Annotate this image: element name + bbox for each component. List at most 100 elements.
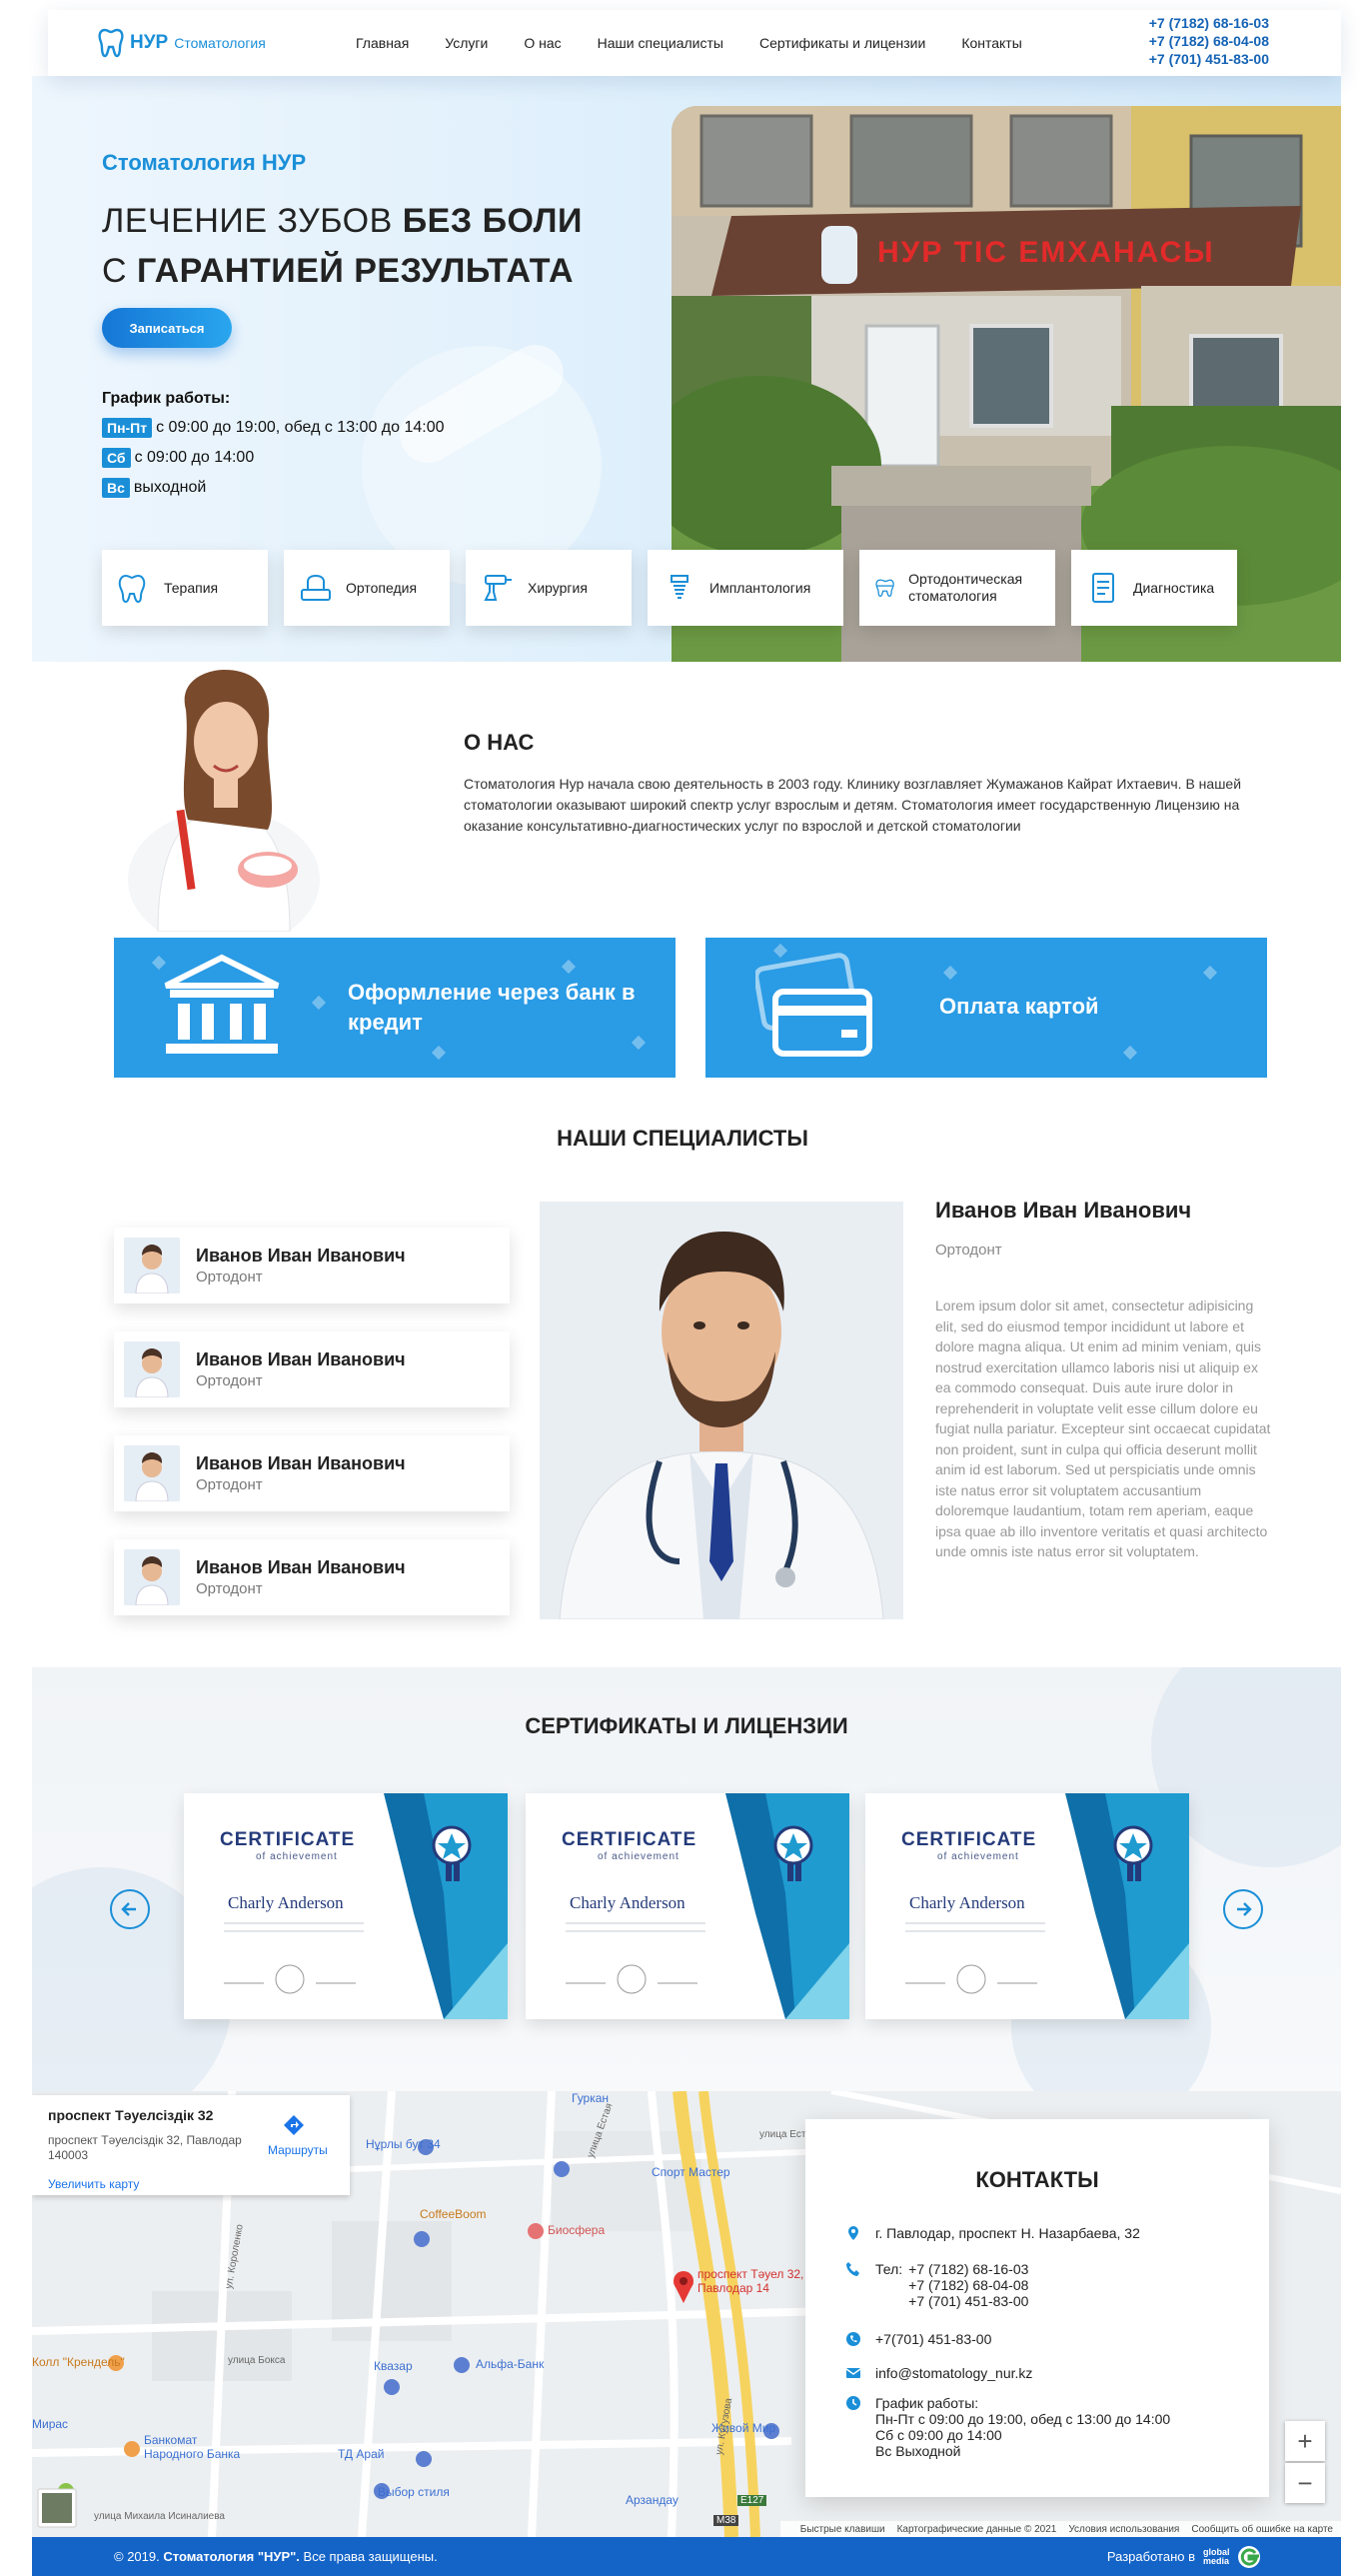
map-place-label[interactable]: Колл "Крендель" (32, 2355, 125, 2369)
specialists-title: НАШИ СПЕЦИАЛИСТЫ (557, 1126, 808, 1151)
map-routes-link[interactable]: Маршруты (268, 2143, 328, 2157)
selected-specialist-photo (540, 1202, 903, 1619)
contact-phone-link[interactable]: +7 (7182) 68-04-08 (908, 2277, 1028, 2293)
specialist-card[interactable]: Иванов Иван Иванович Ортодонт (114, 1228, 510, 1303)
service-card-diagnostics[interactable]: Диагностика (1071, 550, 1237, 626)
nav-item-home[interactable]: Главная (356, 35, 409, 51)
map-street-label: улица Бокса (228, 2355, 286, 2366)
service-card-orthopedics[interactable]: Ортопедия (284, 550, 450, 626)
specialist-name: Иванов Иван Иванович (196, 1349, 406, 1369)
nav-item-services[interactable]: Услуги (445, 35, 488, 51)
arrow-left-icon (121, 1902, 136, 1916)
nav-item-about[interactable]: О нас (524, 35, 561, 51)
contact-phone-link[interactable]: +7 (7182) 68-16-03 (908, 2261, 1028, 2277)
main-nav: Главная Услуги О нас Наши специалисты Се… (356, 35, 1058, 51)
certificates-section: СЕРТИФИКАТЫ И ЛИЦЕНЗИИ CERTIFICATE of ac… (32, 1667, 1341, 2091)
map-place-label[interactable]: Квазар (374, 2359, 413, 2373)
certificate-card[interactable]: CERTIFICATE of achievement Charly Anders… (526, 1793, 849, 2019)
developer-credit[interactable]: Разработано в global media (1107, 2545, 1261, 2569)
map-place-label[interactable]: Альфа-Банк (476, 2357, 544, 2371)
nav-item-specialists[interactable]: Наши специалисты (598, 35, 723, 51)
contact-address: г. Павлодар, проспект Н. Назарбаева, 32 (845, 2225, 1140, 2241)
map-place-label[interactable]: Арзандау (626, 2493, 679, 2507)
map-attribution: Быстрые клавиши Картографические данные … (779, 2521, 1341, 2537)
map-place-label[interactable]: ТД Арай (338, 2447, 384, 2461)
map-zoom-out-button[interactable]: − (1285, 2463, 1325, 2503)
map-enlarge-link[interactable]: Увеличить карту (48, 2177, 139, 2191)
specialist-role: Ортодонт (196, 1269, 263, 1286)
selected-specialist-bio: Lorem ipsum dolor sit amet, consectetur … (935, 1297, 1271, 1559)
phone-link[interactable]: +7 (7182) 68-16-03 (1149, 14, 1269, 32)
services-row: Терапия Ортопедия Хирургия Имплантология… (102, 550, 1253, 626)
map-street-label: улица Михаила Исиналиева (94, 2511, 225, 2522)
directions-icon[interactable] (282, 2113, 306, 2137)
certificate-card[interactable]: CERTIFICATE of achievement Charly Anders… (184, 1793, 508, 2019)
contact-email[interactable]: info@stomatology_nur.kz (845, 2365, 1032, 2381)
service-card-implantology[interactable]: Имплантология (648, 550, 843, 626)
map-road-badge: М38 (713, 2515, 739, 2526)
card-payment-banner[interactable]: Оплата картой (705, 938, 1267, 1078)
certificates-title: СЕРТИФИКАТЫ И ЛИЦЕНЗИИ (525, 1713, 848, 1738)
selected-specialist-name: Иванов Иван Иванович (935, 1198, 1192, 1223)
clinic-sign-text: НУР ТІС ЕМХАНАСЫ (877, 236, 1215, 269)
service-card-therapy[interactable]: Терапия (102, 550, 268, 626)
phone-link[interactable]: +7 (7182) 68-04-08 (1149, 32, 1269, 50)
credit-banner[interactable]: Оформление через банк в кредит (114, 938, 676, 1078)
certificate-heading: CERTIFICATE (901, 1829, 1037, 1850)
header-phones: +7 (7182) 68-16-03 +7 (7182) 68-04-08 +7… (1149, 14, 1269, 68)
hero-section: Стоматология НУР ЛЕЧЕНИЕ ЗУБОВ БЕЗ БОЛИ … (32, 76, 1341, 662)
map-zoom-in-button[interactable]: + (1285, 2421, 1325, 2461)
certificate-subheading: of achievement (256, 1851, 338, 1862)
contact-whatsapp[interactable]: +7(701) 451-83-00 (845, 2331, 991, 2347)
card-payment-banner-label: Оплата картой (939, 994, 1099, 1019)
clock-icon (846, 2396, 860, 2410)
specialist-avatar (124, 1445, 180, 1501)
contacts-card: КОНТАКТЫ г. Павлодар, проспект Н. Назарб… (805, 2119, 1269, 2497)
specialist-card[interactable]: Иванов Иван Иванович Ортодонт (114, 1331, 510, 1407)
arrow-right-icon (1237, 1902, 1252, 1916)
dental-drill-icon (484, 575, 512, 601)
map-place-label[interactable]: Выбор стиля (378, 2485, 450, 2499)
specialist-role: Ортодонт (196, 1580, 263, 1597)
carousel-prev-button[interactable] (110, 1889, 150, 1929)
developer-logo-text: global media (1203, 2546, 1230, 2566)
credit-card-icon (755, 953, 872, 1057)
map-place-label[interactable]: Банкомат Народного Банка (144, 2433, 254, 2461)
map-road-badge: E127 (737, 2495, 767, 2506)
map-place-label[interactable]: Биосфера (548, 2223, 605, 2237)
map-place-label[interactable]: Мирас (32, 2417, 68, 2431)
map-place-label[interactable]: Нұрлы бут 34 (366, 2137, 441, 2151)
certificate-subheading: of achievement (598, 1851, 680, 1862)
certificate-card[interactable]: CERTIFICATE of achievement Charly Anders… (865, 1793, 1189, 2019)
global-media-logo-icon (1238, 2545, 1260, 2568)
contact-phone-link[interactable]: +7 (701) 451-83-00 (908, 2293, 1028, 2309)
nav-item-certificates[interactable]: Сертификаты и лицензии (759, 35, 925, 51)
service-card-surgery[interactable]: Хирургия (466, 550, 632, 626)
map-place-label[interactable]: Спорт Мастер (652, 2165, 730, 2179)
about-photo-dentist (118, 670, 330, 950)
site-header: НУР Стоматология Главная Услуги О нас На… (48, 10, 1341, 76)
book-appointment-button[interactable]: Записаться (102, 308, 232, 348)
map-place-card: проспект Тәуелсіздік 32 проспект Тәуелсі… (32, 2095, 350, 2195)
map-pin-label[interactable]: проспект Тәуел 32, Павлодар 14 (697, 2267, 807, 2295)
map-place-label[interactable]: CoffeeBoom (420, 2207, 487, 2221)
specialist-name: Иванов Иван Иванович (196, 1557, 406, 1577)
hero-title: ЛЕЧЕНИЕ ЗУБОВ БЕЗ БОЛИ С ГАРАНТИЕЙ РЕЗУЛ… (102, 202, 583, 290)
selected-specialist-role: Ортодонт (935, 1242, 1002, 1259)
specialist-role: Ортодонт (196, 1372, 263, 1389)
specialist-avatar (124, 1549, 180, 1605)
specialist-card[interactable]: Иванов Иван Иванович Ортодонт (114, 1435, 510, 1511)
site-footer: © 2019. Стоматология "НУР". Все права за… (32, 2537, 1341, 2576)
specialist-card[interactable]: Иванов Иван Иванович Ортодонт (114, 1539, 510, 1615)
specialist-avatar (124, 1238, 180, 1293)
hero-subtitle: Стоматология НУР (102, 150, 307, 175)
logo[interactable]: НУР Стоматология (98, 28, 338, 58)
about-text: Стоматология Нур начала свою деятельност… (464, 776, 1242, 834)
tooth-therapy-icon (118, 574, 146, 604)
specialist-name: Иванов Иван Иванович (196, 1246, 406, 1266)
carousel-next-button[interactable] (1223, 1889, 1263, 1929)
service-card-orthodontics[interactable]: Ортодонтическая стоматология (859, 550, 1055, 626)
nav-item-contacts[interactable]: Контакты (961, 35, 1021, 51)
phone-link[interactable]: +7 (701) 451-83-00 (1149, 50, 1269, 68)
specialist-avatar (124, 1341, 180, 1397)
